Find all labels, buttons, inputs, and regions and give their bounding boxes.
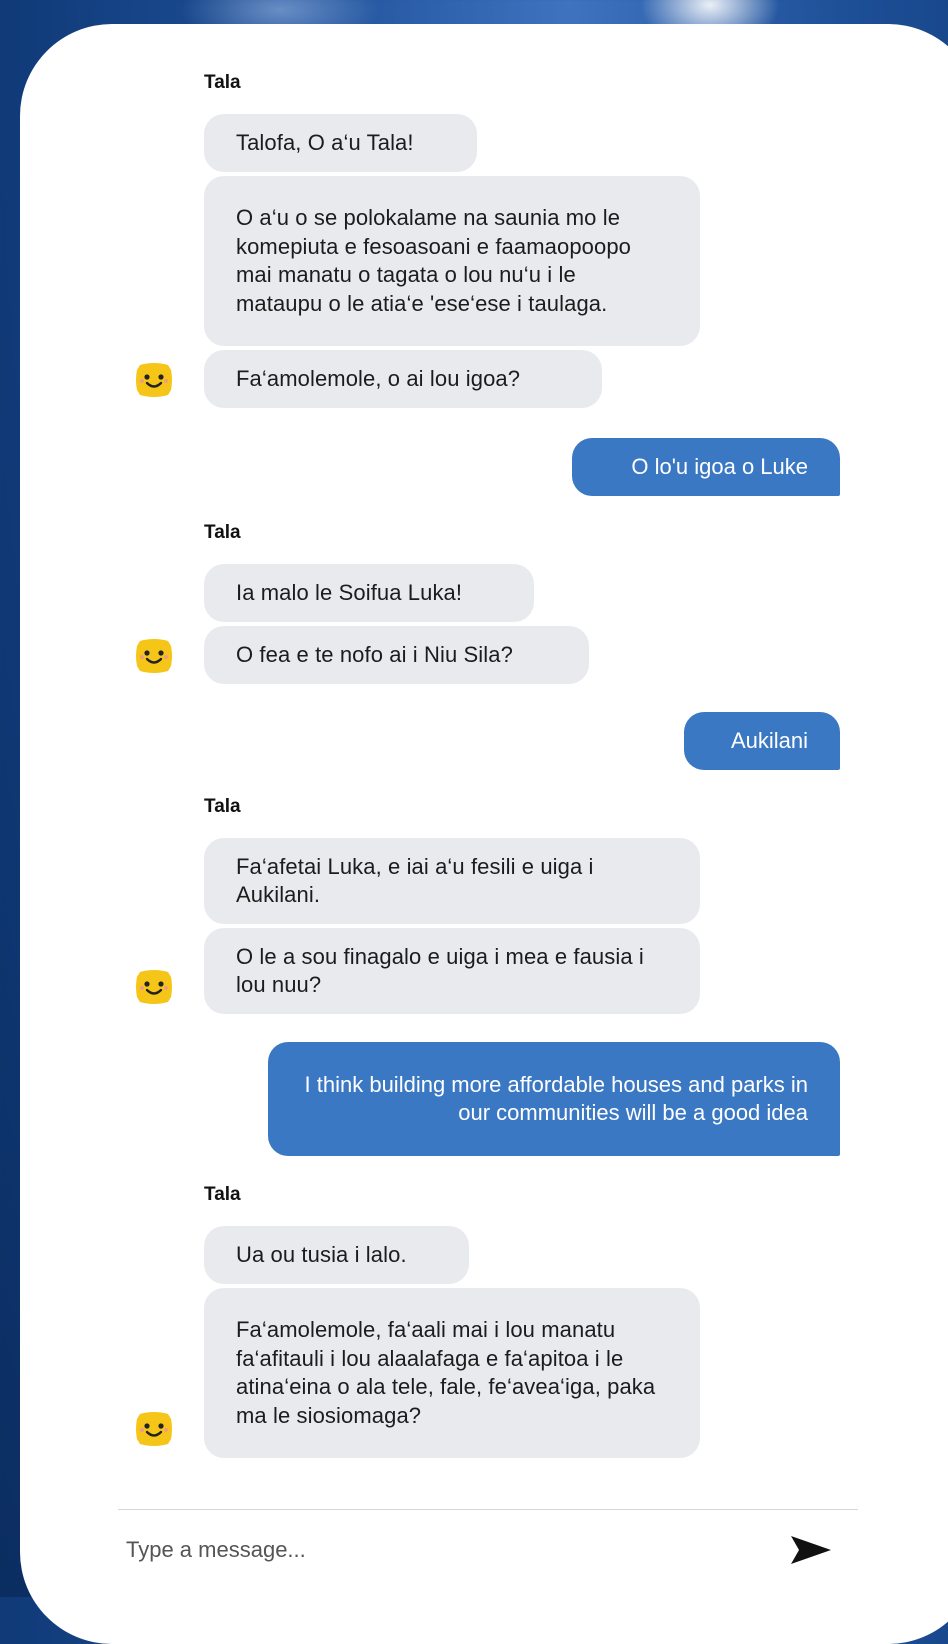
message-input[interactable] (124, 1529, 768, 1571)
composer-divider (118, 1509, 858, 1510)
tala-avatar-icon (136, 970, 172, 1004)
bot-message: Ia malo le Soifua Luka! (204, 564, 534, 622)
bot-message: Fa‘amolemole, fa‘aali mai i lou manatu f… (204, 1288, 700, 1458)
sender-name: Tala (204, 796, 241, 817)
bot-message: O le a sou finagalo e uiga i mea e fausi… (204, 928, 700, 1014)
sender-name: Tala (204, 522, 241, 543)
tala-avatar-icon (136, 363, 172, 397)
user-message: O lo'u igoa o Luke (572, 438, 840, 496)
bot-message: Ua ou tusia i lalo. (204, 1226, 469, 1284)
bot-message: Fa‘afetai Luka, e iai a‘u fesili e uiga … (204, 838, 700, 924)
tala-avatar-icon (136, 639, 172, 673)
send-icon[interactable] (790, 1534, 832, 1566)
chat-window: Tala Talofa, O a‘u Tala! O a‘u o se polo… (20, 24, 948, 1644)
tala-avatar-icon (136, 1412, 172, 1446)
bot-message: Fa‘amolemole, o ai lou igoa? (204, 350, 602, 408)
bot-message: O fea e te nofo ai i Niu Sila? (204, 626, 589, 684)
bot-message: O a‘u o se polokalame na saunia mo le ko… (204, 176, 700, 346)
sender-name: Tala (204, 1184, 241, 1205)
user-message: I think building more affordable houses … (268, 1042, 840, 1156)
sender-name: Tala (204, 72, 241, 93)
user-message: Aukilani (684, 712, 840, 770)
bot-message: Talofa, O a‘u Tala! (204, 114, 477, 172)
